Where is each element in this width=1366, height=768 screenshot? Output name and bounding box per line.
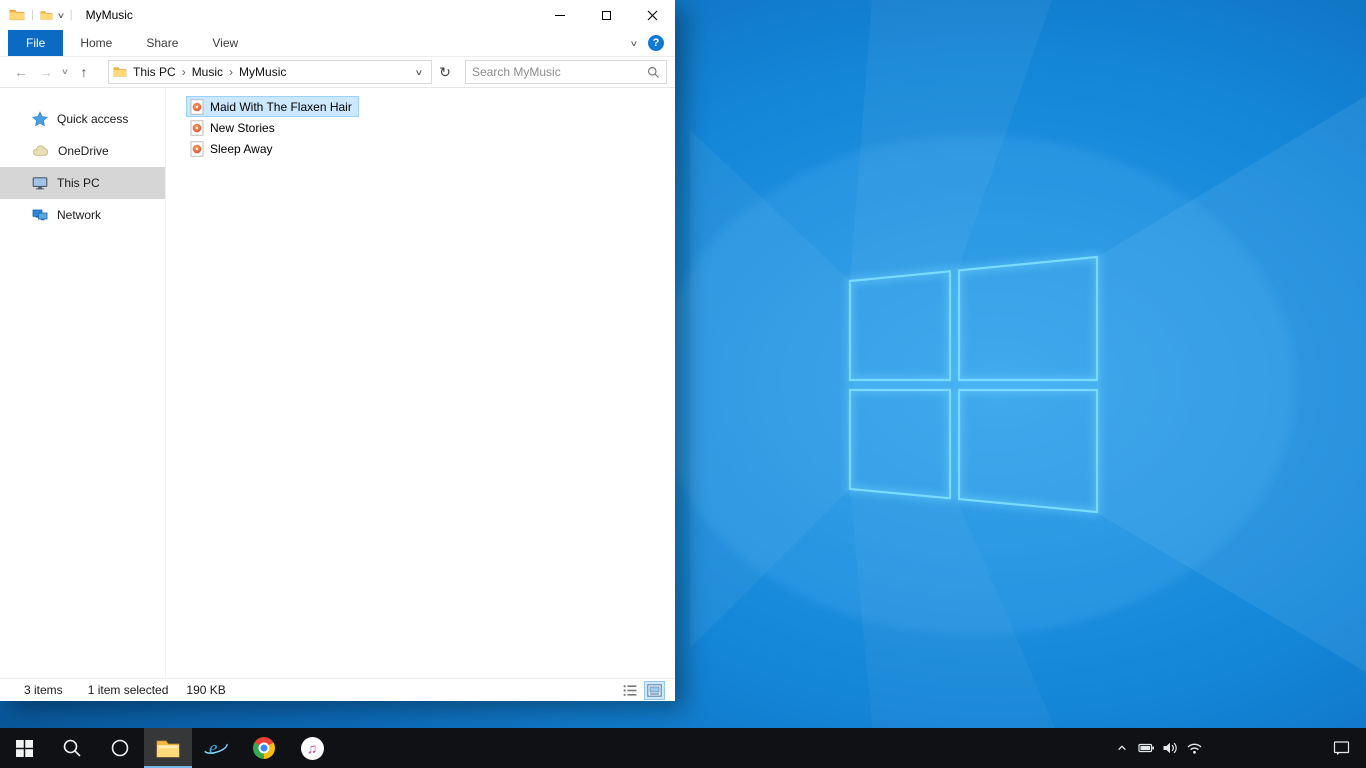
address-folder-icon: [113, 67, 127, 77]
taskbar-internet-explorer-button[interactable]: e: [192, 728, 240, 768]
search-icon[interactable]: [647, 66, 660, 79]
taskbar-chrome-button[interactable]: [240, 728, 288, 768]
wifi-icon: [1187, 743, 1201, 754]
details-view-icon: [623, 684, 636, 696]
sidebar-item-quick-access[interactable]: Quick access: [0, 103, 165, 135]
large-icons-view-button[interactable]: [644, 680, 665, 700]
file-name: New Stories: [210, 120, 275, 135]
computer-icon: [32, 177, 48, 190]
up-button[interactable]: ↑: [72, 65, 96, 79]
sidebar-item-label: Quick access: [57, 112, 129, 126]
star-icon: [32, 111, 48, 127]
search-input[interactable]: [472, 65, 647, 79]
tab-share[interactable]: Share: [129, 30, 195, 56]
details-view-button[interactable]: [619, 681, 640, 700]
recent-locations-chevron[interactable]: ∨: [55, 68, 75, 76]
file-name: Sleep Away: [210, 141, 273, 156]
minimize-icon: [555, 14, 565, 16]
selection-size: 190 KB: [186, 683, 226, 697]
tray-spacer: [1206, 728, 1316, 768]
address-bar: ← → ∨ ↑ This PC › Music › MyMusic ∨ ↻: [0, 57, 675, 88]
network-icon: [32, 209, 48, 221]
windows-start-icon: [15, 739, 33, 757]
file-item-sleep-away[interactable]: Sleep Away: [186, 138, 280, 159]
battery-icon: [1137, 743, 1154, 753]
sidebar-item-onedrive[interactable]: OneDrive: [0, 135, 165, 167]
taskbar-search-button[interactable]: [48, 728, 96, 768]
tab-view[interactable]: View: [195, 30, 255, 56]
file-explorer-icon: [156, 740, 180, 758]
ribbon-tabs: File Home Share View ∨ ?: [0, 30, 675, 57]
sidebar-item-network[interactable]: Network: [0, 199, 165, 231]
network-tray-button[interactable]: [1182, 728, 1206, 768]
speaker-icon: [1163, 742, 1177, 754]
sidebar-item-label: OneDrive: [58, 144, 109, 158]
breadcrumb-this-pc[interactable]: This PC: [127, 65, 182, 79]
address-box[interactable]: This PC › Music › MyMusic ∨: [108, 60, 432, 84]
sidebar-item-label: Network: [57, 208, 102, 222]
separator: |: [69, 9, 73, 21]
large-icons-view-icon: [647, 683, 662, 697]
svg-text:e: e: [209, 738, 217, 759]
selection-count: 1 item selected: [87, 683, 169, 697]
title-bar: | ∨ | MyMusic: [0, 0, 675, 30]
separator: |: [31, 9, 34, 21]
taskbar-itunes-button[interactable]: ♫: [288, 728, 336, 768]
search-icon: [63, 739, 81, 757]
view-toggle-buttons: [619, 680, 665, 700]
sidebar-item-this-pc[interactable]: This PC: [0, 167, 165, 199]
maximize-button[interactable]: [583, 0, 629, 30]
cortana-circle-icon: [111, 739, 129, 757]
ribbon-right-controls: ∨ ?: [630, 30, 675, 56]
status-bar: 3 items 1 item selected 190 KB: [0, 678, 675, 701]
chevron-up-icon: [1118, 745, 1126, 751]
battery-tray-button[interactable]: [1134, 728, 1158, 768]
system-tray: [1110, 728, 1366, 768]
file-item-maid-with-the-flaxen-hair[interactable]: Maid With The Flaxen Hair: [186, 96, 359, 117]
qat-new-folder-button[interactable]: [40, 9, 53, 22]
close-icon: [647, 10, 657, 20]
breadcrumb-music[interactable]: Music: [186, 65, 229, 79]
caption-buttons: [537, 0, 675, 30]
hidden-icons-button[interactable]: [1110, 728, 1134, 768]
file-name: Maid With The Flaxen Hair: [210, 99, 352, 114]
audio-file-icon: [190, 140, 204, 157]
internet-explorer-icon: e: [204, 738, 228, 759]
taskbar-file-explorer-button[interactable]: [144, 728, 192, 768]
chrome-hub: [258, 742, 270, 754]
window-folder-icon: [9, 9, 25, 21]
breadcrumb-mymusic[interactable]: MyMusic: [233, 65, 292, 79]
tab-home[interactable]: Home: [63, 30, 129, 56]
search-box: [465, 60, 667, 84]
address-dropdown-chevron[interactable]: ∨: [407, 68, 431, 77]
help-button[interactable]: ?: [648, 35, 664, 51]
close-button[interactable]: [629, 0, 675, 30]
back-button[interactable]: ←: [8, 65, 34, 79]
file-item-new-stories[interactable]: New Stories: [186, 117, 282, 138]
file-list: Maid With The Flaxen Hair New Stories Sl…: [166, 88, 675, 678]
action-center-button[interactable]: [1316, 728, 1366, 768]
audio-file-icon: [190, 119, 204, 136]
itunes-icon: ♫: [300, 736, 324, 760]
cortana-button[interactable]: [96, 728, 144, 768]
taskbar: e ♫: [0, 728, 1366, 768]
items-count: 3 items: [24, 683, 63, 697]
cloud-icon: [33, 145, 49, 156]
sidebar-item-label: This PC: [57, 176, 100, 190]
qat-customize-chevron[interactable]: ∨: [57, 11, 65, 20]
expand-ribbon-chevron-icon[interactable]: ∨: [630, 39, 639, 48]
navigation-pane: Quick access OneDrive This PC Network: [0, 88, 166, 678]
audio-file-icon: [190, 98, 204, 115]
action-center-icon: [1333, 741, 1349, 756]
window-content: Quick access OneDrive This PC Network Ma…: [0, 88, 675, 678]
maximize-icon: [601, 10, 611, 20]
window-title: MyMusic: [85, 8, 133, 22]
explorer-window: | ∨ | MyMusic File Home Share View ∨ ? ←…: [0, 0, 675, 701]
chrome-icon: [253, 737, 275, 759]
minimize-button[interactable]: [537, 0, 583, 30]
start-button[interactable]: [0, 728, 48, 768]
volume-tray-button[interactable]: [1158, 728, 1182, 768]
refresh-button[interactable]: ↻: [432, 64, 458, 81]
tab-file[interactable]: File: [8, 30, 64, 56]
